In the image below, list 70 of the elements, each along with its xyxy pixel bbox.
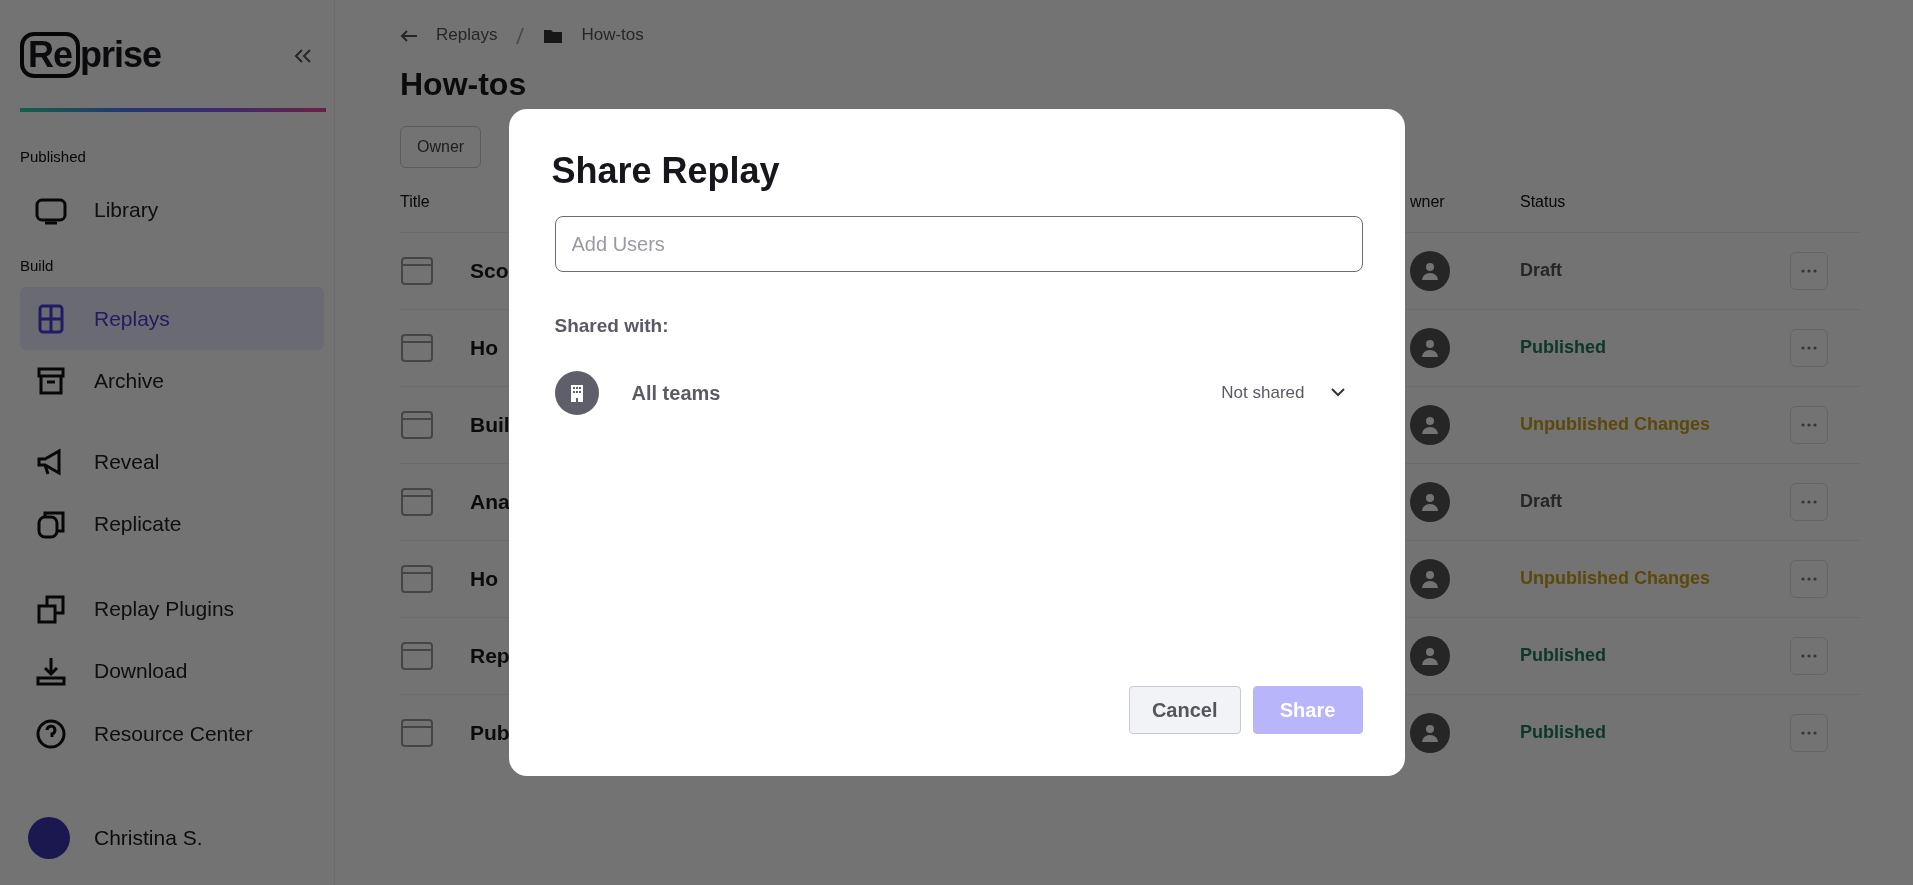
row-title[interactable]: Pub xyxy=(470,716,510,749)
more-button[interactable] xyxy=(1790,328,1828,367)
thumbnail-icon xyxy=(400,640,434,671)
status-text: Draft xyxy=(1520,259,1562,282)
row-title[interactable]: Sco xyxy=(470,254,509,287)
sidebar-item[interactable]: Replays xyxy=(20,287,324,350)
column-header: Title xyxy=(400,191,431,212)
breadcrumb-item[interactable]: Replays xyxy=(436,22,498,48)
row-title[interactable]: Ana xyxy=(470,485,510,518)
column-header: wner xyxy=(1410,191,1446,212)
column-header: Status xyxy=(1520,191,1567,212)
sidebar-item[interactable]: Archive xyxy=(20,349,324,413)
more-button[interactable] xyxy=(1790,482,1828,521)
more-button[interactable] xyxy=(1790,713,1828,752)
row-title[interactable]: Ho xyxy=(470,331,498,364)
thumbnail-icon xyxy=(400,409,434,440)
section-label: Build xyxy=(20,255,55,276)
owner-avatar xyxy=(1410,250,1450,291)
thumbnail-icon xyxy=(400,255,434,286)
dots-icon xyxy=(1801,345,1817,350)
sidebar-item[interactable]: Resource Center xyxy=(20,702,324,765)
status-text: Published xyxy=(1520,336,1606,359)
more-button[interactable] xyxy=(1790,405,1828,444)
dots-icon xyxy=(1801,422,1817,427)
thumbnail-icon xyxy=(400,563,434,594)
section-label: Published xyxy=(20,147,87,167)
more-button[interactable] xyxy=(1790,636,1828,675)
user-avatar[interactable] xyxy=(28,817,70,859)
chevron-down-icon xyxy=(1330,388,1345,398)
more-button[interactable] xyxy=(1790,251,1828,290)
breadcrumb-item[interactable]: How-tos xyxy=(581,22,644,48)
status-text: Unpublished Changes xyxy=(1520,567,1710,590)
shared-with-label: Shared with: xyxy=(554,314,670,339)
owner-avatar xyxy=(1410,481,1450,522)
sidebar-item[interactable]: Library xyxy=(20,178,324,241)
status-text: Published xyxy=(1520,721,1606,744)
owner-avatar xyxy=(1410,635,1450,676)
logo: Re prise xyxy=(20,28,162,82)
user-name[interactable]: Christina S. xyxy=(94,822,203,854)
sidebar-item[interactable]: Replay Plugins xyxy=(20,577,324,640)
sidebar-item[interactable]: Download xyxy=(20,639,324,703)
owner-avatar xyxy=(1410,712,1450,753)
row-title[interactable]: Ho xyxy=(470,562,498,595)
page-title: How-tos xyxy=(400,64,528,104)
dialog-title: Share Replay xyxy=(551,149,781,193)
thumbnail-icon xyxy=(400,332,434,363)
dots-icon xyxy=(1801,499,1817,504)
more-button[interactable] xyxy=(1790,559,1828,598)
cancel-button[interactable]: Cancel xyxy=(1128,686,1241,734)
sidebar-item[interactable]: Reveal xyxy=(20,430,324,493)
separator-icon xyxy=(515,26,526,45)
row-title[interactable]: Rep xyxy=(470,639,510,672)
dots-icon xyxy=(1801,730,1817,735)
dots-icon xyxy=(1801,576,1817,581)
row-title[interactable]: Buil xyxy=(470,408,510,441)
filter-button[interactable]: Owner xyxy=(400,125,482,168)
sidebar-item[interactable]: Replicate xyxy=(20,492,324,556)
thumbnail-icon xyxy=(400,486,434,517)
dots-icon xyxy=(1801,653,1817,658)
status-text: Unpublished Changes xyxy=(1520,413,1710,436)
status-text: Draft xyxy=(1520,490,1562,513)
add-users-field[interactable]: Add Users xyxy=(554,216,1363,273)
team-name: All teams xyxy=(631,380,721,406)
owner-avatar xyxy=(1410,404,1450,445)
owner-avatar xyxy=(1410,558,1450,599)
status-text: Published xyxy=(1520,644,1606,667)
thumbnail-icon xyxy=(400,717,434,748)
access-dropdown[interactable]: Not shared xyxy=(1221,379,1345,406)
dots-icon xyxy=(1801,268,1817,273)
owner-avatar xyxy=(1410,327,1450,368)
